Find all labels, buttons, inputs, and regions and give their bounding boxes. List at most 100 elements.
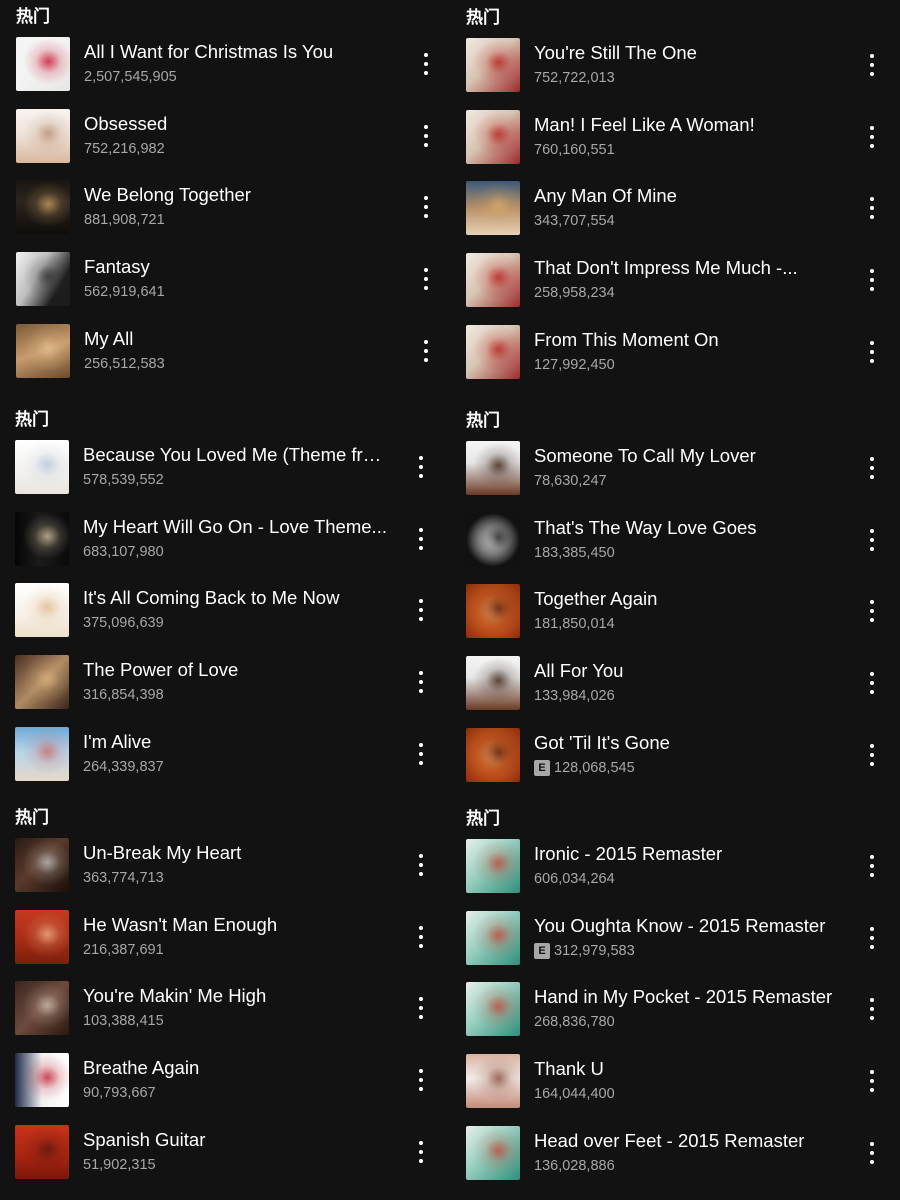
track-title[interactable]: Head over Feet - 2015 Remaster <box>534 1129 842 1153</box>
track-title[interactable]: Someone To Call My Lover <box>534 444 842 468</box>
album-cover[interactable] <box>15 727 69 781</box>
more-options-icon[interactable] <box>862 735 882 775</box>
album-cover[interactable] <box>466 982 520 1036</box>
more-options-icon[interactable] <box>411 917 431 957</box>
more-options-icon[interactable] <box>862 1133 882 1173</box>
album-cover[interactable] <box>466 1054 520 1108</box>
track-title[interactable]: You're Still The One <box>534 41 842 65</box>
track-title[interactable]: From This Moment On <box>534 328 842 352</box>
track-title[interactable]: Got 'Til It's Gone <box>534 731 842 755</box>
album-cover[interactable] <box>466 656 520 710</box>
more-options-icon[interactable] <box>862 260 882 300</box>
more-options-icon[interactable] <box>416 44 436 84</box>
track-row[interactable]: From This Moment On 127,992,450 <box>466 325 900 379</box>
more-options-icon[interactable] <box>416 116 436 156</box>
track-row[interactable]: All I Want for Christmas Is You 2,507,545… <box>16 37 452 91</box>
more-options-icon[interactable] <box>862 1061 882 1101</box>
album-cover[interactable] <box>15 1053 69 1107</box>
track-title[interactable]: My All <box>84 327 392 351</box>
track-row[interactable]: You're Makin' Me High 103,388,415 <box>15 981 451 1035</box>
track-title[interactable]: That's The Way Love Goes <box>534 516 842 540</box>
track-row[interactable]: Any Man Of Mine 343,707,554 <box>466 181 900 235</box>
album-cover[interactable] <box>16 37 70 91</box>
track-title[interactable]: Ironic - 2015 Remaster <box>534 842 842 866</box>
more-options-icon[interactable] <box>411 662 431 702</box>
track-title[interactable]: He Wasn't Man Enough <box>83 913 391 937</box>
album-cover[interactable] <box>466 839 520 893</box>
album-cover[interactable] <box>16 109 70 163</box>
track-row[interactable]: I'm Alive 264,339,837 <box>15 727 451 781</box>
track-title[interactable]: It's All Coming Back to Me Now <box>83 586 391 610</box>
album-cover[interactable] <box>466 110 520 164</box>
track-title[interactable]: Spanish Guitar <box>83 1128 391 1152</box>
more-options-icon[interactable] <box>416 187 436 227</box>
track-title[interactable]: Together Again <box>534 587 842 611</box>
track-row[interactable]: All For You 133,984,026 <box>466 656 900 710</box>
album-cover[interactable] <box>15 1125 69 1179</box>
track-title[interactable]: All For You <box>534 659 842 683</box>
more-options-icon[interactable] <box>862 188 882 228</box>
more-options-icon[interactable] <box>411 845 431 885</box>
track-row[interactable]: My Heart Will Go On - Love Theme... 683,1… <box>15 512 451 566</box>
album-cover[interactable] <box>16 252 70 306</box>
track-title[interactable]: Breathe Again <box>83 1056 391 1080</box>
more-options-icon[interactable] <box>411 519 431 559</box>
album-cover[interactable] <box>466 1126 520 1180</box>
track-row[interactable]: Head over Feet - 2015 Remaster 136,028,88… <box>466 1126 900 1180</box>
album-cover[interactable] <box>15 655 69 709</box>
more-options-icon[interactable] <box>411 988 431 1028</box>
more-options-icon[interactable] <box>862 846 882 886</box>
album-cover[interactable] <box>15 583 69 637</box>
more-options-icon[interactable] <box>411 1132 431 1172</box>
more-options-icon[interactable] <box>862 989 882 1029</box>
more-options-icon[interactable] <box>862 591 882 631</box>
track-row[interactable]: Obsessed 752,216,982 <box>16 109 452 163</box>
track-title[interactable]: That Don't Impress Me Much -... <box>534 256 842 280</box>
more-options-icon[interactable] <box>416 259 436 299</box>
track-row[interactable]: Breathe Again 90,793,667 <box>15 1053 451 1107</box>
track-title[interactable]: Thank U <box>534 1057 842 1081</box>
track-title[interactable]: My Heart Will Go On - Love Theme... <box>83 515 391 539</box>
track-row[interactable]: Got 'Til It's Gone E 128,068,545 <box>466 728 900 782</box>
track-row[interactable]: That's The Way Love Goes 183,385,450 <box>466 513 900 567</box>
track-row[interactable]: Someone To Call My Lover 78,630,247 <box>466 441 900 495</box>
album-cover[interactable] <box>466 181 520 235</box>
album-cover[interactable] <box>15 440 69 494</box>
track-row[interactable]: He Wasn't Man Enough 216,387,691 <box>15 910 451 964</box>
more-options-icon[interactable] <box>411 734 431 774</box>
album-cover[interactable] <box>15 838 69 892</box>
track-row[interactable]: It's All Coming Back to Me Now 375,096,63… <box>15 583 451 637</box>
more-options-icon[interactable] <box>862 45 882 85</box>
track-title[interactable]: Man! I Feel Like A Woman! <box>534 113 842 137</box>
track-row[interactable]: You Oughta Know - 2015 Remaster E 312,979,… <box>466 911 900 965</box>
more-options-icon[interactable] <box>411 447 431 487</box>
more-options-icon[interactable] <box>411 1060 431 1100</box>
album-cover[interactable] <box>15 512 69 566</box>
track-row[interactable]: Man! I Feel Like A Woman! 760,160,551 <box>466 110 900 164</box>
track-row[interactable]: Fantasy 562,919,641 <box>16 252 452 306</box>
track-title[interactable]: The Power of Love <box>83 658 391 682</box>
track-title[interactable]: Hand in My Pocket - 2015 Remaster <box>534 985 842 1009</box>
album-cover[interactable] <box>466 911 520 965</box>
track-title[interactable]: Any Man Of Mine <box>534 184 842 208</box>
track-row[interactable]: The Power of Love 316,854,398 <box>15 655 451 709</box>
track-row[interactable]: That Don't Impress Me Much -... 258,958,2… <box>466 253 900 307</box>
more-options-icon[interactable] <box>862 918 882 958</box>
album-cover[interactable] <box>466 584 520 638</box>
more-options-icon[interactable] <box>862 520 882 560</box>
track-row[interactable]: Because You Loved Me (Theme from... 578,5… <box>15 440 451 494</box>
track-row[interactable]: Spanish Guitar 51,902,315 <box>15 1125 451 1179</box>
more-options-icon[interactable] <box>862 332 882 372</box>
more-options-icon[interactable] <box>862 663 882 703</box>
album-cover[interactable] <box>466 441 520 495</box>
album-cover[interactable] <box>16 180 70 234</box>
track-row[interactable]: Un-Break My Heart 363,774,713 <box>15 838 451 892</box>
more-options-icon[interactable] <box>862 117 882 157</box>
album-cover[interactable] <box>16 324 70 378</box>
track-row[interactable]: My All 256,512,583 <box>16 324 452 378</box>
track-row[interactable]: Together Again 181,850,014 <box>466 584 900 638</box>
more-options-icon[interactable] <box>411 590 431 630</box>
track-title[interactable]: Un-Break My Heart <box>83 841 391 865</box>
album-cover[interactable] <box>466 325 520 379</box>
more-options-icon[interactable] <box>416 331 436 371</box>
